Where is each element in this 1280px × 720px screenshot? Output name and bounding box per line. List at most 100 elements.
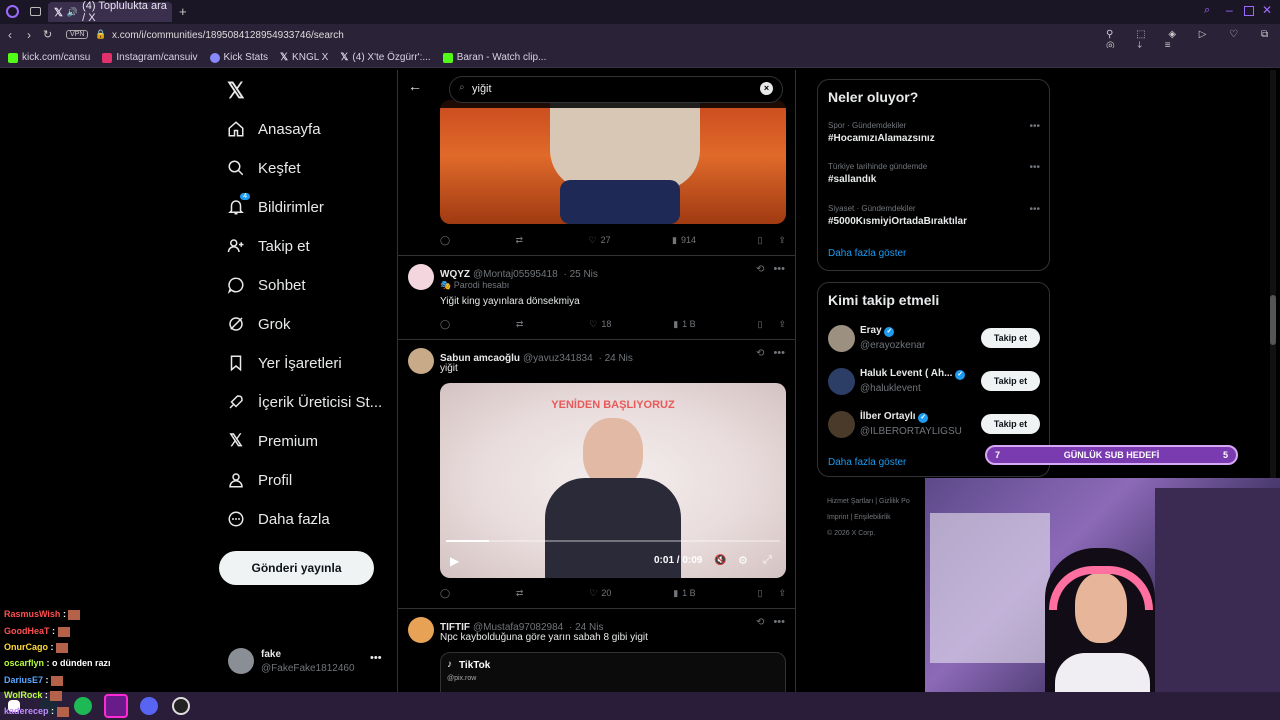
tweet-author-handle[interactable]: @Montaj05595418 [473,269,558,280]
url-field[interactable]: x.com/i/communities/1895084128954933746/… [112,30,344,41]
more-icon[interactable]: ••• [773,616,785,628]
close-window-icon[interactable]: ✕ [1262,3,1272,17]
search-box[interactable]: ⌕ yiğit × [449,76,783,103]
search-input[interactable]: yiğit [472,83,492,95]
nav-follow[interactable]: Takip et [226,236,310,256]
more-icon[interactable]: ••• [1029,204,1040,215]
tab-x-community-search[interactable]: 𝕏 🔊 (4) Toplulukta ara / X [48,0,172,24]
search-tabs-icon[interactable]: ⌕ [1204,4,1210,17]
bookmark-4[interactable]: 𝕏 (4) X'te Özgürr':... [340,52,430,63]
bookmark-button[interactable]: ▯ ⇪ [758,319,787,330]
discord-icon[interactable] [140,697,158,715]
nav-chat[interactable]: Sohbet [226,275,306,295]
bookmark-button[interactable]: ▯ ⇪ [757,235,786,246]
bookmark-1[interactable]: Instagram/cansuiv [102,52,198,63]
tweet-image[interactable] [440,100,786,224]
like-button[interactable]: ♡ 18 [589,319,611,330]
follow-button[interactable]: Takip et [981,371,1040,391]
forward-icon[interactable]: › [27,28,31,42]
vpn-badge[interactable]: VPN [66,30,89,39]
obs-icon[interactable] [172,697,190,715]
grok-explain-icon[interactable]: ⟲ [756,264,764,275]
minimize-icon[interactable]: – [1226,3,1233,17]
workspaces-icon[interactable] [30,7,41,16]
follow-button[interactable]: Takip et [981,414,1040,434]
retweet-button[interactable]: ⇄ [516,588,528,599]
browser-logo-icon[interactable] [6,5,19,18]
share-icon[interactable]: ⇪ [778,588,786,599]
avatar[interactable] [408,617,434,643]
nav-creator-studio[interactable]: İçerik Üreticisi St... [226,392,382,412]
video-progress-track[interactable] [446,540,780,542]
nav-home[interactable]: Anasayfa [226,119,321,139]
retweet-button[interactable]: ⇄ [516,235,528,246]
bookmark-0[interactable]: kick.com/cansu [8,52,90,63]
mute-icon[interactable]: 🔇 [714,555,726,566]
like-button[interactable]: ♡ 20 [589,588,611,599]
scrollbar-thumb[interactable] [1270,295,1276,345]
like-button[interactable]: ♡ 27 [589,235,611,246]
trend-item[interactable]: Spor · Gündemdekiler #HocamızıAlamazsını… [828,121,1040,144]
share-icon[interactable]: ⇪ [778,319,786,330]
bookmark-5[interactable]: Baran - Watch clip... [442,52,546,63]
tweet-1[interactable]: WQYZ @Montaj05595418 · 25 Nis ⟲ ••• 🎭 Par… [398,256,795,340]
tweet-time[interactable]: 25 Nis [570,269,598,280]
grok-explain-icon[interactable]: ⟲ [756,348,764,359]
share-icon[interactable]: ⇪ [778,235,786,246]
nav-profile[interactable]: Profil [226,470,292,490]
nav-explore[interactable]: Keşfet [226,158,301,178]
spotify-icon[interactable] [74,697,92,715]
nav-bookmarks[interactable]: Yer İşaretleri [226,353,342,373]
tweet-3[interactable]: TIFTIF @Mustafa97082984 · 24 Nis ⟲ ••• Np… [398,609,795,692]
avatar[interactable] [408,264,434,290]
follow-show-more[interactable]: Daha fazla göster [828,457,906,468]
new-tab-icon[interactable]: + [179,4,187,19]
footer-link[interactable]: Hizmet Şartları [827,498,873,505]
settings-icon[interactable]: ⚙ [738,554,748,567]
bookmark-3[interactable]: 𝕏 KNGL X [280,52,328,63]
opera-gx-icon[interactable] [104,694,128,718]
reply-button[interactable]: ◯ [440,319,454,330]
tweet-author-name[interactable]: WQYZ [440,269,470,280]
more-icon[interactable]: ••• [1029,162,1040,173]
video-player[interactable]: YENİDEN BAŞLIYORUZ ▶ 0:01 / 0:09 🔇 ⚙ ⤢ [440,383,786,578]
account-switcher[interactable]: fake @FakeFake1812460 ••• [226,646,386,680]
more-icon[interactable]: ••• [773,263,785,275]
back-icon[interactable]: ‹ [8,28,12,42]
trend-item[interactable]: Siyaset · Gündemdekiler #5000KısmiyiOrta… [828,204,1040,227]
tiktok-embed[interactable]: ♪ TikTok @pix.row [440,652,786,692]
nav-grok[interactable]: Grok [226,314,291,334]
reply-button[interactable]: ◯ [440,588,454,599]
more-icon[interactable]: ••• [773,347,785,359]
bookmark-2[interactable]: Kick Stats [209,52,268,63]
footer-link[interactable]: Gizlilik Po [879,498,910,505]
speaker-icon[interactable]: 🔊 [67,7,78,18]
back-arrow-icon[interactable]: ← [408,78,422,94]
views-button[interactable]: ▮ 914 [672,235,696,246]
footer-link[interactable]: Imprint [827,514,848,521]
play-icon[interactable]: ▶ [450,554,459,568]
reload-icon[interactable]: ↻ [43,28,52,41]
footer-link[interactable]: Erişilebilirlik [854,514,891,521]
views-button[interactable]: ▮ 1 B [673,319,695,330]
more-icon[interactable]: ••• [1029,121,1040,132]
tweet-time[interactable]: 24 Nis [605,353,633,364]
nav-notifications[interactable]: 4 Bildirimler [226,193,324,217]
x-logo-icon[interactable]: 𝕏 [227,78,245,104]
maximize-icon[interactable] [1244,6,1254,16]
clear-search-icon[interactable]: × [760,82,773,95]
nav-premium[interactable]: 𝕏 Premium [226,431,318,451]
trends-show-more[interactable]: Daha fazla göster [828,248,906,259]
tweet-author-handle[interactable]: @yavuz341834 [523,353,593,364]
follow-button[interactable]: Takip et [981,328,1040,348]
follow-suggestion[interactable]: Haluk Levent ( Ah... ✓ @haluklevent Taki… [818,366,1051,398]
views-button[interactable]: ▮ 1 B [673,588,695,599]
follow-suggestion[interactable]: İlber Ortaylı ✓ @ILBERORTAYLIGSU Takip e… [818,409,1051,441]
nav-more[interactable]: Daha fazla [226,509,330,529]
fullscreen-icon[interactable]: ⤢ [763,554,772,567]
tweet-2[interactable]: Sabun amcaoğlu @yavuz341834 · 24 Nis ⟲ ••… [398,340,795,609]
reply-button[interactable]: ◯ [440,235,454,246]
post-button[interactable]: Gönderi yayınla [219,551,374,585]
follow-suggestion[interactable]: Eray ✓ @erayozkenar Takip et [818,323,1051,355]
grok-explain-icon[interactable]: ⟲ [756,617,764,628]
